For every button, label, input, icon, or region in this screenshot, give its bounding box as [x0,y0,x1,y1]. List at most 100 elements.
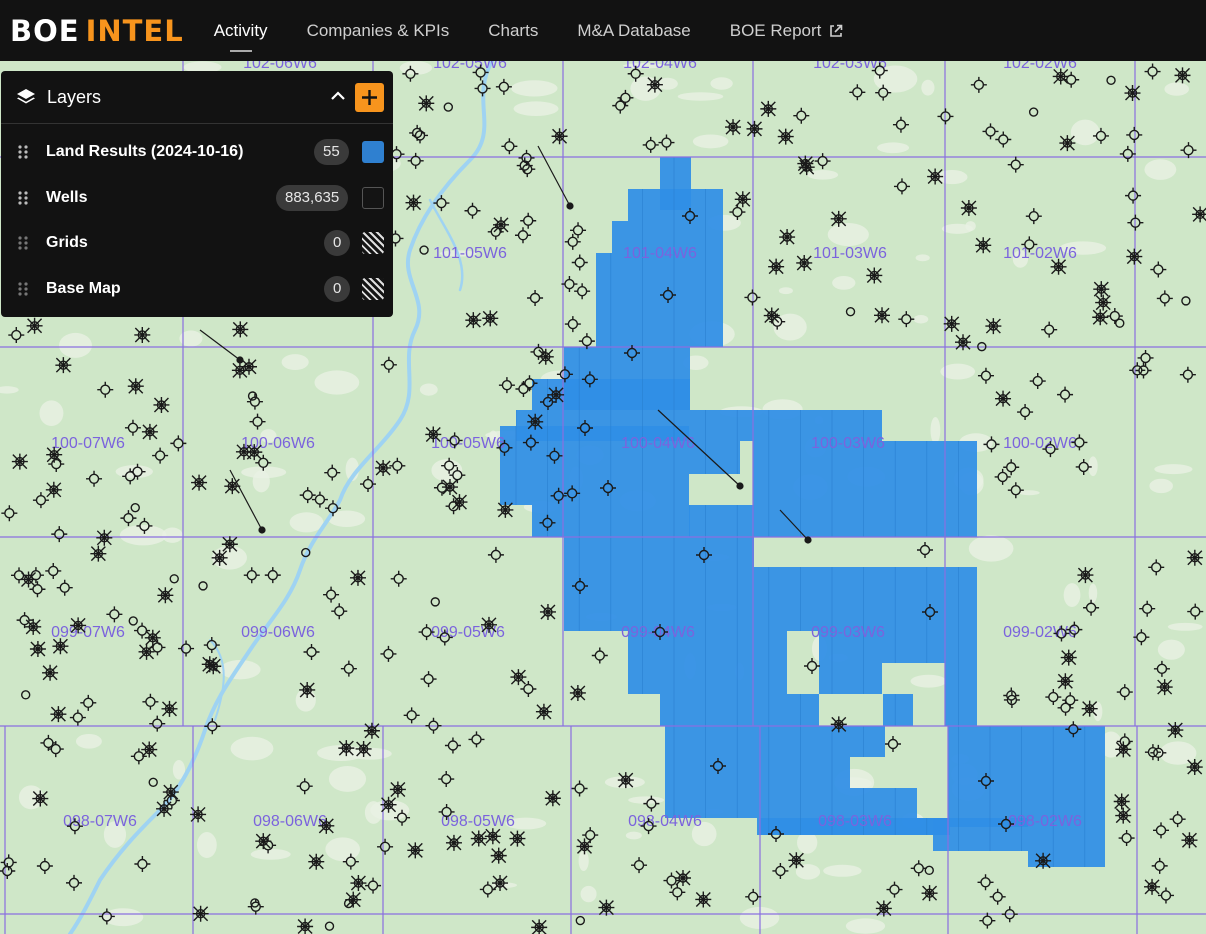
well-marker[interactable] [1115,807,1132,824]
well-marker[interactable] [90,545,107,562]
layer-row-land-results[interactable]: Land Results (2024-10-16) 55 [1,129,393,174]
well-marker[interactable] [11,453,28,470]
well-marker[interactable] [527,413,544,430]
nav-activity[interactable]: Activity [214,0,268,61]
layer-row-base-map[interactable]: Base Map 0 [1,266,393,311]
nav-charts[interactable]: Charts [488,0,538,61]
well-marker[interactable] [1095,294,1112,311]
well-marker[interactable] [299,681,316,698]
well-marker[interactable] [1060,649,1077,666]
land-parcel[interactable] [665,757,850,818]
well-marker[interactable] [866,267,883,284]
well-marker[interactable] [25,618,42,635]
well-marker[interactable] [576,838,593,855]
layer-color-swatch[interactable] [362,231,384,254]
add-layer-button[interactable] [355,83,384,112]
well-marker[interactable] [349,569,366,586]
well-marker[interactable] [26,317,43,334]
land-parcel[interactable] [665,726,885,757]
well-marker[interactable] [42,664,59,681]
well-marker[interactable] [138,643,155,660]
well-marker[interactable] [569,684,586,701]
well-marker[interactable] [1057,673,1074,690]
well-marker[interactable] [1113,793,1130,810]
land-parcel[interactable] [689,505,754,537]
layer-row-grids[interactable]: Grids 0 [1,220,393,265]
well-marker[interactable] [153,396,170,413]
well-marker[interactable] [141,741,158,758]
well-marker[interactable] [725,119,742,136]
well-marker[interactable] [55,357,72,374]
well-marker[interactable] [535,703,552,720]
well-marker[interactable] [161,700,178,717]
well-marker[interactable] [45,481,62,498]
well-marker[interactable] [830,210,847,227]
well-marker[interactable] [1035,852,1052,869]
layer-color-swatch[interactable] [362,186,384,209]
well-marker[interactable] [796,254,813,271]
well-marker[interactable] [50,706,67,723]
land-parcel[interactable] [596,285,723,347]
well-marker[interactable] [224,478,241,495]
well-marker[interactable] [134,326,151,343]
well-marker[interactable] [539,603,556,620]
well-marker[interactable] [221,536,238,553]
well-marker[interactable] [798,159,815,176]
well-marker[interactable] [375,459,392,476]
well-marker[interactable] [389,781,406,798]
well-marker[interactable] [943,315,960,332]
well-marker[interactable] [418,95,435,112]
land-parcel[interactable] [819,663,882,694]
well-marker[interactable] [127,378,144,395]
well-marker[interactable] [338,740,355,757]
well-marker[interactable] [537,348,554,365]
well-marker[interactable] [544,790,561,807]
app-logo[interactable]: BOE INTEL [10,14,184,48]
well-marker[interactable] [355,740,372,757]
well-marker[interactable] [157,587,174,604]
well-marker[interactable] [927,168,944,185]
well-marker[interactable] [548,386,565,403]
well-marker[interactable] [465,312,482,329]
well-marker[interactable] [52,638,69,655]
well-marker[interactable] [445,834,462,851]
well-marker[interactable] [490,847,507,864]
chevron-up-icon[interactable] [329,87,347,105]
well-marker[interactable] [211,549,228,566]
well-marker[interactable] [788,852,805,869]
well-marker[interactable] [405,194,422,211]
well-marker[interactable] [1093,281,1110,298]
drag-handle-icon[interactable] [17,144,29,160]
well-marker[interactable] [191,474,208,491]
well-marker[interactable] [551,128,568,145]
drag-handle-icon[interactable] [17,190,29,206]
well-marker[interactable] [297,918,314,934]
well-marker[interactable] [162,784,179,801]
well-marker[interactable] [1081,700,1098,717]
well-marker[interactable] [232,321,249,338]
well-marker[interactable] [1186,549,1203,566]
well-marker[interactable] [156,800,173,817]
well-marker[interactable] [510,669,527,686]
well-marker[interactable] [617,772,634,789]
well-marker[interactable] [492,216,509,233]
well-marker[interactable] [960,200,977,217]
well-marker[interactable] [350,875,367,892]
well-marker[interactable] [646,76,663,93]
well-marker[interactable] [492,875,509,892]
drag-handle-icon[interactable] [17,235,29,251]
well-marker[interactable] [190,806,207,823]
well-marker[interactable] [46,446,63,463]
well-marker[interactable] [975,237,992,254]
well-marker[interactable] [70,617,87,634]
land-parcel[interactable] [564,537,754,567]
well-marker[interactable] [308,853,325,870]
well-marker[interactable] [425,426,442,443]
well-marker[interactable] [32,790,49,807]
well-marker[interactable] [1156,679,1173,696]
well-marker[interactable] [509,830,526,847]
well-marker[interactable] [205,658,222,675]
well-marker[interactable] [598,899,615,916]
land-parcel[interactable] [564,567,977,631]
nav-ma-database[interactable]: M&A Database [577,0,690,61]
